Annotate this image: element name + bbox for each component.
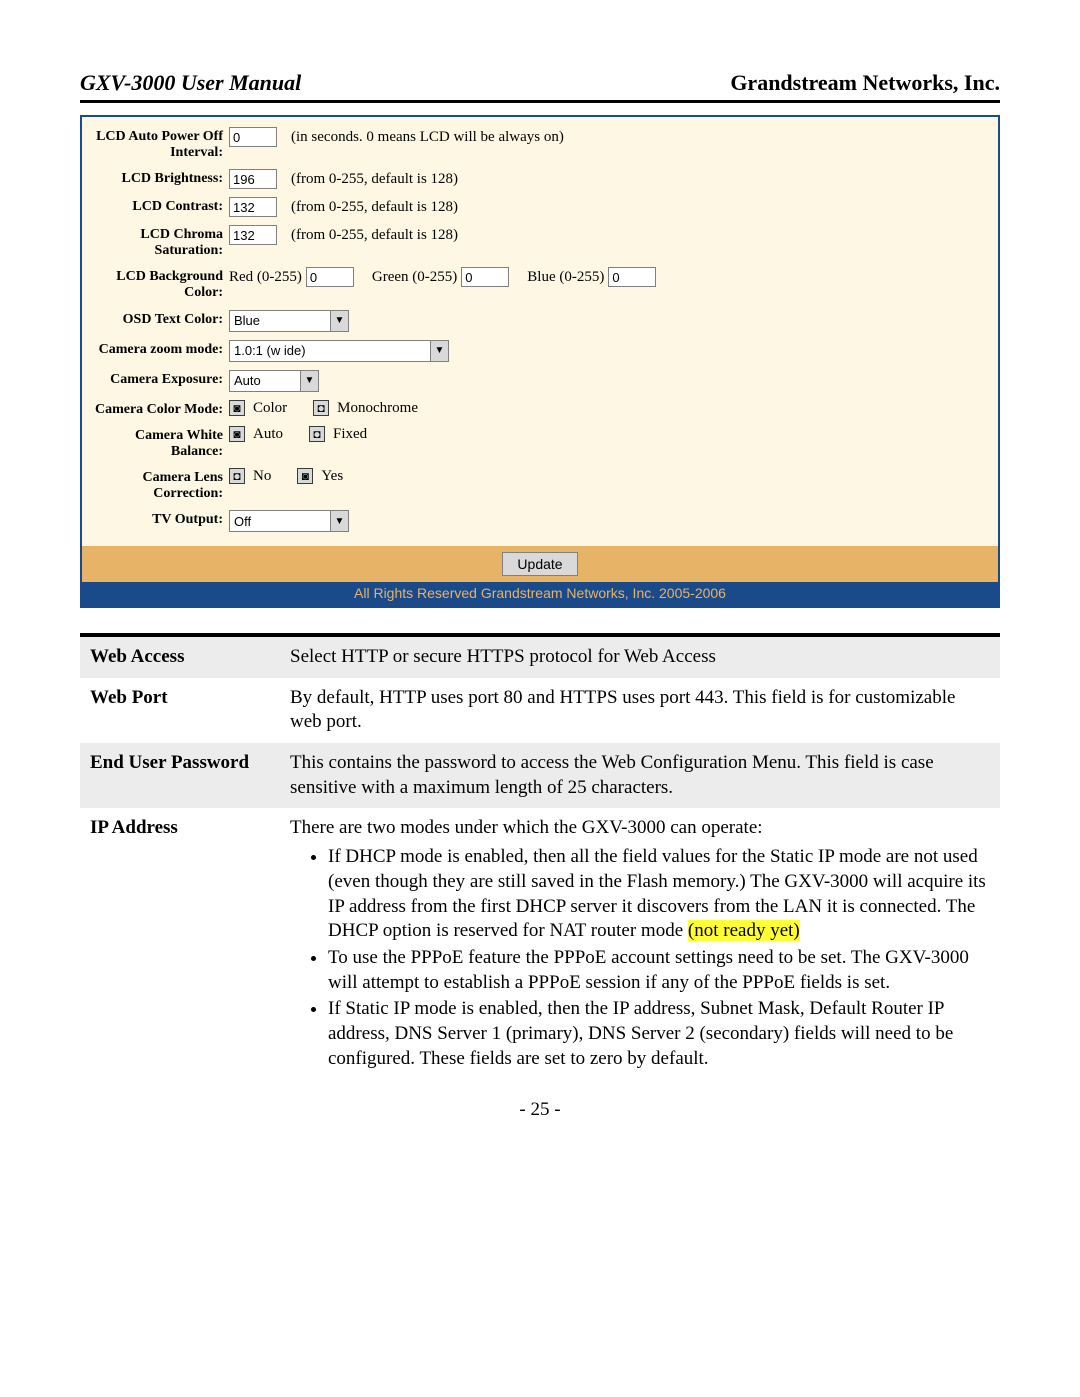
label-bg-green: Green (0-255) bbox=[372, 269, 457, 286]
description-table: Web Access Select HTTP or secure HTTPS p… bbox=[80, 637, 1000, 1083]
input-lcd-chroma[interactable] bbox=[229, 225, 277, 245]
label-tv-output: TV Output: bbox=[94, 510, 229, 528]
label-camera-exposure: Camera Exposure: bbox=[94, 370, 229, 388]
radio-label-lens-no: No bbox=[253, 468, 271, 485]
text-web-port: By default, HTTP uses port 80 and HTTPS … bbox=[280, 678, 1000, 743]
label-camera-zoom: Camera zoom mode: bbox=[94, 340, 229, 358]
update-button[interactable]: Update bbox=[502, 552, 577, 576]
ip-bullet-2: To use the PPPoE feature the PPPoE accou… bbox=[328, 946, 990, 995]
ip-bullet-1: If DHCP mode is enabled, then all the fi… bbox=[328, 845, 990, 944]
doc-title-left: GXV-3000 User Manual bbox=[80, 70, 301, 96]
input-lcd-contrast[interactable] bbox=[229, 197, 277, 217]
doc-title-right: Grandstream Networks, Inc. bbox=[730, 70, 1000, 96]
chevron-down-icon: ▼ bbox=[430, 341, 448, 361]
label-lcd-bg: LCD Background Color: bbox=[94, 267, 229, 301]
ip-intro: There are two modes under which the GXV-… bbox=[290, 817, 763, 838]
label-bg-blue: Blue (0-255) bbox=[527, 269, 604, 286]
label-lcd-brightness: LCD Brightness: bbox=[94, 169, 229, 187]
radio-color-mode-mono[interactable]: ◘ bbox=[313, 400, 329, 416]
hint-lcd-contrast: (from 0-255, default is 128) bbox=[291, 199, 458, 216]
page-number: - 25 - bbox=[80, 1099, 1000, 1121]
label-camera-color-mode: Camera Color Mode: bbox=[94, 400, 229, 418]
text-web-access: Select HTTP or secure HTTPS protocol for… bbox=[280, 637, 1000, 678]
radio-label-wb-fixed: Fixed bbox=[333, 426, 367, 443]
term-web-access: Web Access bbox=[80, 637, 280, 678]
radio-lens-yes[interactable]: ◙ bbox=[297, 468, 313, 484]
ip-b1-highlight: (not ready yet) bbox=[688, 920, 800, 941]
label-lcd-auto-power: LCD Auto Power Off Interval: bbox=[94, 127, 229, 161]
select-tv-output-value: Off bbox=[234, 514, 251, 529]
select-osd-text-color-value: Blue bbox=[234, 313, 260, 328]
radio-label-mono: Monochrome bbox=[337, 400, 418, 417]
radio-label-color: Color bbox=[253, 400, 287, 417]
chevron-down-icon: ▼ bbox=[330, 511, 348, 531]
term-end-user: End User Password bbox=[80, 743, 280, 808]
copyright-bar: All Rights Reserved Grandstream Networks… bbox=[82, 582, 998, 606]
row-end-user: End User Password This contains the pass… bbox=[80, 743, 1000, 808]
header-rule bbox=[80, 100, 1000, 103]
text-ip-address: There are two modes under which the GXV-… bbox=[280, 808, 1000, 1083]
select-tv-output[interactable]: Off ▼ bbox=[229, 510, 349, 532]
select-camera-zoom-value: 1.0:1 (w ide) bbox=[234, 343, 306, 358]
radio-wb-auto[interactable]: ◙ bbox=[229, 426, 245, 442]
label-camera-wb: Camera White Balance: bbox=[94, 426, 229, 460]
radio-color-mode-color[interactable]: ◙ bbox=[229, 400, 245, 416]
select-camera-exposure[interactable]: Auto ▼ bbox=[229, 370, 319, 392]
select-camera-zoom[interactable]: 1.0:1 (w ide) ▼ bbox=[229, 340, 449, 362]
term-ip-address: IP Address bbox=[80, 808, 280, 1083]
select-osd-text-color[interactable]: Blue ▼ bbox=[229, 310, 349, 332]
radio-label-lens-yes: Yes bbox=[321, 468, 343, 485]
row-ip-address: IP Address There are two modes under whi… bbox=[80, 808, 1000, 1083]
update-bar: Update bbox=[82, 546, 998, 582]
label-osd-text-color: OSD Text Color: bbox=[94, 310, 229, 328]
row-web-port: Web Port By default, HTTP uses port 80 a… bbox=[80, 678, 1000, 743]
label-lcd-chroma: LCD Chroma Saturation: bbox=[94, 225, 229, 259]
radio-lens-no[interactable]: ◘ bbox=[229, 468, 245, 484]
chevron-down-icon: ▼ bbox=[300, 371, 318, 391]
label-camera-lens: Camera Lens Correction: bbox=[94, 468, 229, 502]
hint-lcd-chroma: (from 0-255, default is 128) bbox=[291, 227, 458, 244]
text-end-user: This contains the password to access the… bbox=[280, 743, 1000, 808]
hint-lcd-brightness: (from 0-255, default is 128) bbox=[291, 171, 458, 188]
ip-b1-text: If DHCP mode is enabled, then all the fi… bbox=[328, 846, 986, 941]
input-bg-blue[interactable] bbox=[608, 267, 656, 287]
chevron-down-icon: ▼ bbox=[330, 311, 348, 331]
input-lcd-brightness[interactable] bbox=[229, 169, 277, 189]
label-bg-red: Red (0-255) bbox=[229, 269, 302, 286]
term-web-port: Web Port bbox=[80, 678, 280, 743]
config-screenshot: LCD Auto Power Off Interval: (in seconds… bbox=[80, 115, 1000, 608]
input-lcd-auto-power[interactable] bbox=[229, 127, 277, 147]
hint-lcd-auto-power: (in seconds. 0 means LCD will be always … bbox=[291, 129, 564, 146]
input-bg-green[interactable] bbox=[461, 267, 509, 287]
radio-label-wb-auto: Auto bbox=[253, 426, 283, 443]
select-camera-exposure-value: Auto bbox=[234, 373, 261, 388]
radio-wb-fixed[interactable]: ◘ bbox=[309, 426, 325, 442]
ip-bullet-3: If Static IP mode is enabled, then the I… bbox=[328, 997, 990, 1071]
input-bg-red[interactable] bbox=[306, 267, 354, 287]
label-lcd-contrast: LCD Contrast: bbox=[94, 197, 229, 215]
row-web-access: Web Access Select HTTP or secure HTTPS p… bbox=[80, 637, 1000, 678]
